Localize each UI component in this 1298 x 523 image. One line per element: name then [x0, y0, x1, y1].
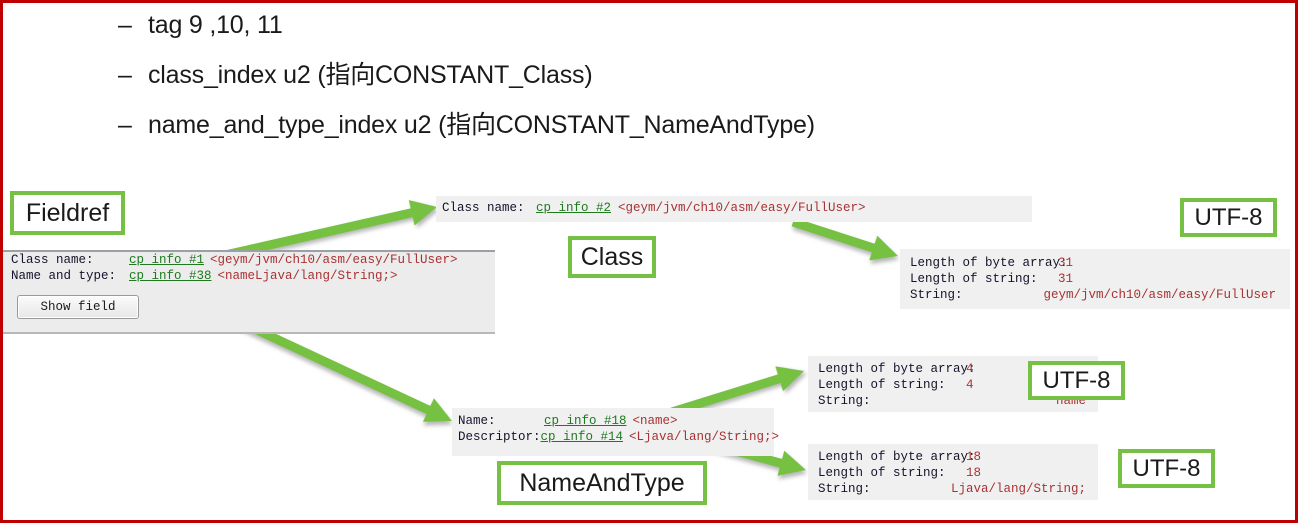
row-value: <Ljava/lang/String;>: [629, 430, 780, 444]
cp-info-link[interactable]: cp_info #2: [536, 200, 611, 216]
nat-row-descriptor: Descriptor: cp_info #14 <Ljava/lang/Stri…: [458, 429, 779, 445]
cp-info-link[interactable]: cp_info #38: [129, 268, 212, 284]
row-label: Length of string:: [910, 272, 1038, 286]
row-value: 4: [966, 378, 974, 392]
row-value: geym/jvm/ch10/asm/easy/FullUser: [1043, 288, 1276, 302]
bullet-dash-icon: –: [118, 11, 132, 39]
bullet-dash-icon: –: [118, 61, 132, 89]
show-field-button[interactable]: Show field: [17, 295, 139, 319]
row-value: 4: [966, 362, 974, 376]
row-label: String:: [910, 288, 963, 302]
fieldref-info-panel: Class name: cp_info #1 <geym/jvm/ch10/as…: [3, 250, 495, 334]
row-label: Class name:: [442, 201, 525, 215]
class-row-class-name: Class name: cp_info #2 <geym/jvm/ch10/as…: [442, 200, 1032, 216]
annotation-nameandtype: NameAndType: [497, 461, 707, 505]
bullet-list: – tag 9 ,10, 11 – class_index u2 (指向CONS…: [118, 0, 1118, 150]
row-value: <geym/jvm/ch10/asm/easy/FullUser>: [618, 201, 866, 215]
row-label: Length of byte array:: [818, 450, 976, 464]
utf8-top-info-panel: Length of byte array: 31 Length of strin…: [900, 249, 1290, 309]
row-label: Length of byte array:: [818, 362, 976, 376]
bullet-item: – tag 9 ,10, 11: [118, 0, 1118, 50]
annotation-utf8-top: UTF-8: [1180, 198, 1277, 237]
row-value: <nameLjava/lang/String;>: [217, 269, 398, 283]
cp-info-link[interactable]: cp_info #1: [129, 252, 204, 268]
row-label: String:: [818, 482, 871, 496]
row-value: 18: [966, 450, 982, 464]
row-label: Name and type:: [11, 269, 117, 283]
utf8-row-byte-array-length: Length of byte array: 31: [910, 255, 1290, 271]
nat-row-name: Name: cp_info #18 <name>: [458, 413, 774, 429]
row-label: Length of byte array:: [910, 256, 1068, 270]
utf8-row-string-length: Length of string: 31: [910, 271, 1290, 287]
fieldref-row-name-and-type: Name and type: cp_info #38 <nameLjava/la…: [3, 268, 495, 284]
row-value: Ljava/lang/String;: [950, 482, 1086, 496]
bullet-item: – name_and_type_index u2 (指向CONSTANT_Nam…: [118, 100, 1118, 150]
row-label: Class name:: [11, 253, 94, 267]
bullet-text: name_and_type_index u2 (指向CONSTANT_NameA…: [148, 111, 815, 139]
row-label: Name:: [458, 414, 496, 428]
cp-info-link[interactable]: cp_info #18: [544, 413, 627, 429]
row-label: Descriptor:: [458, 430, 541, 444]
bullet-item: – class_index u2 (指向CONSTANT_Class): [118, 50, 1118, 100]
class-info-panel: Class name: cp_info #2 <geym/jvm/ch10/as…: [436, 196, 1032, 222]
row-label: String:: [818, 394, 871, 408]
row-value: 18: [966, 466, 982, 480]
utf8-row-string: String: geym/jvm/ch10/asm/easy/FullUser: [910, 287, 1290, 303]
annotation-class: Class: [568, 236, 656, 278]
utf8-row-byte-array-length: Length of byte array: 18: [818, 449, 1098, 465]
row-value: <geym/jvm/ch10/asm/easy/FullUser>: [210, 253, 458, 267]
row-value: 31: [1058, 272, 1074, 286]
row-value: <name>: [632, 414, 678, 428]
annotation-utf8-mid: UTF-8: [1028, 361, 1125, 400]
annotation-fieldref: Fieldref: [10, 191, 125, 235]
utf8-row-string-length: Length of string: 18: [818, 465, 1098, 481]
name-and-type-info-panel: Name: cp_info #18 <name> Descriptor: cp_…: [452, 408, 779, 456]
annotation-utf8-bottom: UTF-8: [1118, 449, 1215, 488]
fieldref-row-class-name: Class name: cp_info #1 <geym/jvm/ch10/as…: [3, 252, 495, 268]
slide-footer-faint: [600, 511, 860, 521]
row-label: Length of string:: [818, 378, 946, 392]
bullet-dash-icon: –: [118, 111, 132, 139]
bullet-text: class_index u2 (指向CONSTANT_Class): [148, 61, 593, 89]
cp-info-link[interactable]: cp_info #14: [541, 429, 624, 445]
utf8-row-string: String: Ljava/lang/String;: [818, 481, 1098, 497]
slide-canvas: – tag 9 ,10, 11 – class_index u2 (指向CONS…: [0, 0, 1298, 523]
row-label: Length of string:: [818, 466, 946, 480]
bullet-text: tag 9 ,10, 11: [148, 11, 283, 39]
utf8-bottom-info-panel: Length of byte array: 18 Length of strin…: [808, 444, 1098, 500]
row-value: 31: [1058, 256, 1074, 270]
